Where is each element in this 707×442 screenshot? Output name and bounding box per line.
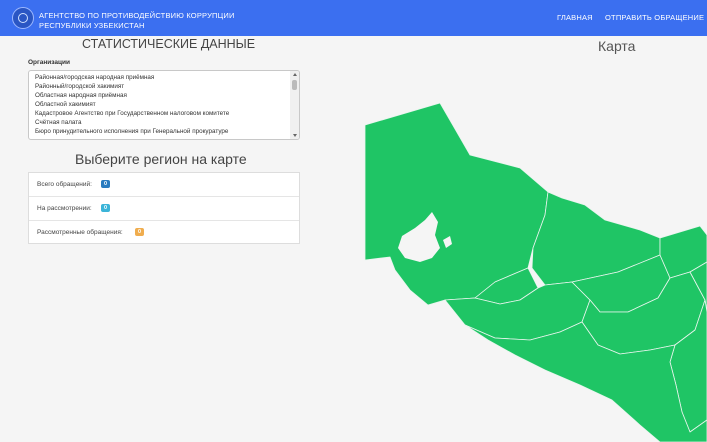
scroll-down-icon[interactable] bbox=[293, 134, 297, 137]
organization-option[interactable]: Районный/городской хакимият bbox=[35, 83, 124, 90]
badge-total: 0 bbox=[101, 180, 110, 188]
badge-pending: 0 bbox=[101, 204, 110, 212]
organization-option[interactable]: Кадастровое Агентство при Государственно… bbox=[35, 110, 229, 117]
stat-row-total: Всего обращений: 0 bbox=[29, 173, 299, 197]
organization-option[interactable]: Бюро принудительного исполнения при Гене… bbox=[35, 128, 228, 135]
listbox-scrollbar[interactable] bbox=[290, 71, 299, 139]
organizations-label: Организации bbox=[28, 59, 71, 66]
stat-label-pending: На рассмотрении: bbox=[37, 205, 92, 212]
region-select-title: Выберите регион на карте bbox=[75, 151, 247, 167]
organizations-listbox[interactable]: Районная/городская народная приёмная Рай… bbox=[28, 70, 300, 140]
map-title: Карта bbox=[598, 38, 636, 54]
organization-option[interactable]: Областная народная приёмная bbox=[35, 92, 127, 99]
organization-option[interactable]: Счётная палата bbox=[35, 119, 82, 126]
stat-label-reviewed: Рассмотренные обращения: bbox=[37, 229, 123, 236]
stat-label-total: Всего обращений: bbox=[37, 181, 92, 188]
stat-row-pending: На рассмотрении: 0 bbox=[29, 197, 299, 221]
region-stats-panel: Всего обращений: 0 На рассмотрении: 0 Ра… bbox=[28, 172, 300, 244]
organization-option[interactable]: Районная/городская народная приёмная bbox=[35, 74, 154, 81]
organization-option[interactable]: Областной хакимият bbox=[35, 101, 96, 108]
stats-title: СТАТИСТИЧЕСКИЕ ДАННЫЕ bbox=[82, 37, 256, 51]
scrollbar-thumb[interactable] bbox=[292, 80, 297, 90]
stat-row-reviewed: Рассмотренные обращения: 0 bbox=[29, 221, 299, 245]
badge-reviewed: 0 bbox=[135, 228, 144, 236]
scroll-up-icon[interactable] bbox=[293, 73, 297, 76]
